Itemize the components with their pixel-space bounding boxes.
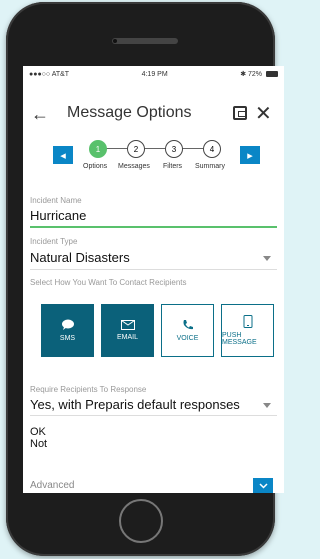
previous-step-button[interactable]: ◂ <box>53 146 73 164</box>
step-4[interactable]: 4 <box>203 140 221 158</box>
sms-button-label: SMS <box>59 335 76 342</box>
advanced-label: Advanced <box>30 480 75 491</box>
wizard-stepper: ◂ 1 2 3 4 Options Messages Filters Summa… <box>23 136 284 180</box>
step-connector <box>143 148 165 149</box>
step-label-filters: Filters <box>163 163 183 170</box>
push-message-button-label: PUSH MESSAGE <box>222 332 257 346</box>
chat-bubble-icon <box>61 319 74 330</box>
voice-button-label: VOICE <box>176 335 199 342</box>
step-3[interactable]: 3 <box>165 140 183 158</box>
sms-button[interactable]: SMS <box>41 304 94 357</box>
app-screen: ●●●○○ AT&T 4:19 PM ✱ 72% ← Message Optio… <box>23 66 284 493</box>
phone-frame: ●●●○○ AT&T 4:19 PM ✱ 72% ← Message Optio… <box>6 2 284 556</box>
home-button[interactable] <box>119 499 163 543</box>
incident-name-label: Incident Name <box>30 196 82 205</box>
step-label-options: Options <box>83 163 108 170</box>
response-requirement-label: Require Recipients To Response <box>30 385 147 394</box>
incident-type-select[interactable]: Natural Disasters <box>30 250 130 265</box>
save-icon[interactable] <box>233 106 247 120</box>
time-text: 4:19 PM <box>141 70 168 78</box>
response-requirement-select[interactable]: Yes, with Preparis default responses <box>30 397 240 412</box>
step-number: 1 <box>95 144 101 154</box>
step-number: 2 <box>133 144 139 154</box>
step-label-summary: Summary <box>195 163 225 170</box>
incident-name-input[interactable]: Hurricane <box>30 208 86 223</box>
voice-button[interactable]: VOICE <box>161 304 214 357</box>
close-icon[interactable]: ✕ <box>255 101 272 126</box>
title-bar: ← Message Options ✕ <box>23 96 284 136</box>
chevron-down-icon <box>258 483 268 489</box>
incident-type-label: Incident Type <box>30 237 78 246</box>
step-1[interactable]: 1 <box>89 140 107 158</box>
step-2[interactable]: 2 <box>127 140 145 158</box>
email-button[interactable]: EMAIL <box>101 304 154 357</box>
chevron-down-icon[interactable] <box>263 403 271 408</box>
carrier-text: ●●●○○ AT&T <box>29 70 70 78</box>
chevron-left-icon: ◂ <box>60 149 66 162</box>
incident-name-underline <box>30 226 277 228</box>
advanced-toggle-button[interactable] <box>253 478 273 493</box>
divider <box>30 269 277 270</box>
battery-icon <box>265 71 278 78</box>
contact-method-label: Select How You Want To Contact Recipient… <box>30 278 187 287</box>
bluetooth-icon: ✱ <box>240 71 247 78</box>
phone-icon <box>183 320 193 330</box>
step-connector <box>105 148 127 149</box>
envelope-icon <box>120 320 135 330</box>
push-message-button[interactable]: PUSH MESSAGE <box>221 304 274 357</box>
page-title: Message Options <box>67 104 192 121</box>
back-icon[interactable]: ← <box>31 104 49 125</box>
front-camera <box>113 39 117 43</box>
step-connector <box>181 148 203 149</box>
step-number: 3 <box>171 144 177 154</box>
step-number: 4 <box>209 144 215 154</box>
battery-indicator: ✱ 72% <box>240 70 278 78</box>
response-option-not: Not <box>30 438 48 450</box>
chevron-down-icon[interactable] <box>263 256 271 261</box>
email-button-label: EMAIL <box>116 334 138 341</box>
battery-percent: 72% <box>248 71 263 78</box>
speaker-grille <box>112 38 178 44</box>
step-label-messages: Messages <box>118 163 150 170</box>
mobile-icon <box>243 315 252 328</box>
divider <box>30 415 277 416</box>
next-step-button[interactable]: ▸ <box>240 146 260 164</box>
response-option-ok: OK <box>30 426 46 438</box>
status-bar: ●●●○○ AT&T 4:19 PM ✱ 72% <box>23 66 284 82</box>
chevron-right-icon: ▸ <box>247 149 253 162</box>
